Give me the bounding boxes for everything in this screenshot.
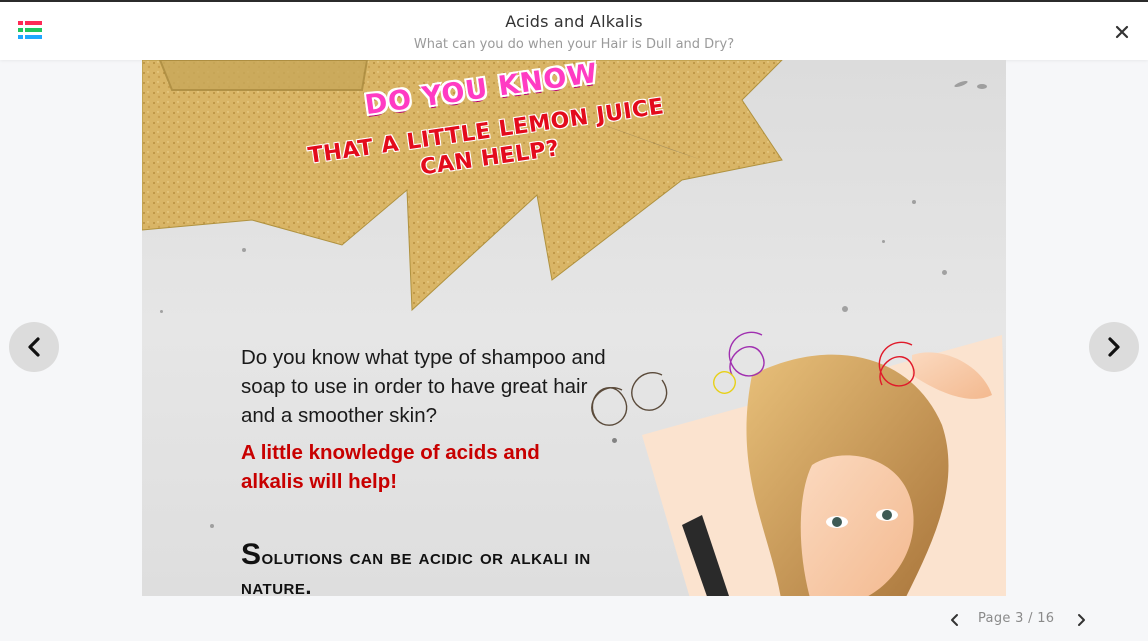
- close-button[interactable]: [1114, 24, 1130, 40]
- previous-page-button[interactable]: [9, 322, 59, 372]
- page-subtitle: What can you do when your Hair is Dull a…: [413, 37, 735, 52]
- grunge-mark: [953, 79, 969, 89]
- intro-paragraph: Do you know what type of shampoo and soa…: [241, 346, 606, 427]
- chevron-right-icon: [1078, 614, 1085, 626]
- close-icon: [1115, 25, 1129, 39]
- top-bar: Acids and Alkalis What can you do when y…: [0, 0, 1148, 60]
- page-indicator: Page 3 / 16: [978, 611, 1055, 626]
- grunge-mark: [942, 270, 947, 275]
- woman-hair-photo: [591, 331, 1006, 596]
- solutions-heading: Solutions can be acidic or alkali in nat…: [241, 538, 591, 597]
- chevron-left-icon: [28, 337, 40, 357]
- pagination-prev-button[interactable]: [948, 612, 962, 626]
- highlight-paragraph: A little knowledge of acids and alkalis …: [241, 441, 540, 493]
- grunge-mark: [977, 84, 987, 89]
- chevron-left-icon: [951, 614, 958, 626]
- grunge-mark: [842, 306, 848, 312]
- pagination-next-button[interactable]: [1074, 612, 1088, 626]
- page-title: Acids and Alkalis: [505, 12, 643, 31]
- grunge-mark: [882, 240, 885, 243]
- slide-page: DO YOU KNOW THAT A LITTLE LEMON JUICE CA…: [142, 60, 1006, 596]
- pagination: Page 3 / 16: [940, 606, 1140, 634]
- chevron-right-icon: [1108, 337, 1120, 357]
- grunge-mark: [912, 200, 916, 204]
- next-page-button[interactable]: [1089, 322, 1139, 372]
- grunge-mark: [210, 524, 214, 528]
